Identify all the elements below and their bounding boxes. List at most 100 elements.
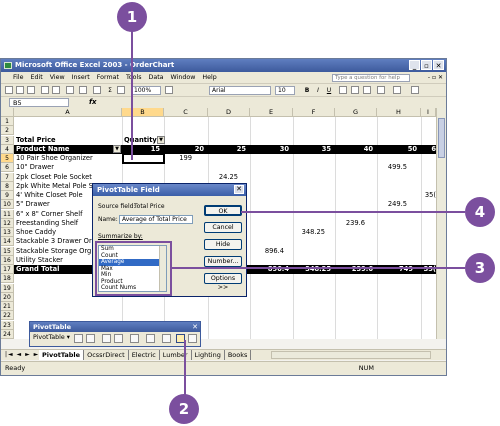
value-cell[interactable]: 239.6 <box>335 219 365 228</box>
align-right-icon[interactable] <box>363 86 371 94</box>
row-header[interactable]: 18 <box>1 274 14 284</box>
fill-color-icon[interactable] <box>393 86 401 94</box>
save-icon[interactable] <box>27 86 35 94</box>
pivottable-menu[interactable]: PivotTable ▾ <box>33 334 70 341</box>
row-header[interactable]: 14 <box>1 237 14 247</box>
always-display-items-icon[interactable] <box>162 334 171 343</box>
menu-data[interactable]: Data <box>148 74 163 81</box>
column-header-e[interactable]: E <box>250 108 293 117</box>
hide-button[interactable]: Hide <box>204 239 242 250</box>
value-cell[interactable]: 35( <box>421 191 436 200</box>
bold-button[interactable]: B <box>303 86 311 95</box>
product-name-dropdown-icon[interactable]: ▼ <box>113 145 121 154</box>
italic-button[interactable]: I <box>314 86 322 95</box>
undo-icon[interactable] <box>79 86 87 94</box>
row-header[interactable]: 21 <box>1 302 14 311</box>
column-header-c[interactable]: C <box>164 108 208 117</box>
sheet-tab-lumber[interactable]: Lumber <box>160 350 192 360</box>
value-cell[interactable]: 348.25 <box>293 228 325 237</box>
menu-edit[interactable]: Edit <box>31 74 43 81</box>
column-header-b[interactable]: B <box>122 108 164 117</box>
cancel-button[interactable]: Cancel <box>204 222 242 233</box>
pivottable-toolbar[interactable]: PivotTable ✕ PivotTable ▾ <box>29 321 201 347</box>
row-header[interactable]: 11 <box>1 209 14 219</box>
paste-icon[interactable] <box>66 86 74 94</box>
center-icon[interactable] <box>351 86 359 94</box>
column-header-d[interactable]: D <box>208 108 250 117</box>
spelling-icon[interactable] <box>52 86 60 94</box>
open-icon[interactable] <box>16 86 24 94</box>
row-header[interactable]: 13 <box>1 228 14 237</box>
show-field-list-icon[interactable] <box>188 334 197 343</box>
select-all-corner[interactable] <box>1 108 14 117</box>
row-header[interactable]: 5 <box>1 154 14 163</box>
value-cell[interactable]: 499.5 <box>377 163 407 172</box>
row-header[interactable]: 3 <box>1 135 14 145</box>
row-header[interactable]: 20 <box>1 292 14 302</box>
vertical-scrollbar[interactable] <box>436 108 446 339</box>
row-header[interactable]: 2 <box>1 126 14 135</box>
value-cell[interactable]: 896.4 <box>250 247 284 256</box>
row-header[interactable]: 17 <box>1 265 14 274</box>
font-size-combo[interactable]: 10 <box>275 86 295 95</box>
active-cell-b5[interactable] <box>122 153 165 164</box>
print-icon[interactable] <box>41 86 49 94</box>
row-header[interactable]: 15 <box>1 246 14 256</box>
menu-help[interactable]: Help <box>202 74 216 81</box>
options-button[interactable]: Options >> <box>204 273 242 291</box>
column-header-f[interactable]: F <box>293 108 335 117</box>
column-header-h[interactable]: H <box>377 108 421 117</box>
sheet-tab-electric[interactable]: Electric <box>129 350 160 360</box>
sheet-tab-ocssrdirect[interactable]: OcssrDirect <box>84 350 129 360</box>
sheet-tab-pivottable[interactable]: PivotTable <box>39 350 85 360</box>
horizontal-scrollbar[interactable] <box>271 351 431 359</box>
row-header[interactable]: 19 <box>1 283 14 293</box>
menu-window[interactable]: Window <box>171 74 196 81</box>
row-header[interactable]: 16 <box>1 255 14 265</box>
quantity-dropdown-icon[interactable]: ▼ <box>157 136 165 144</box>
row-header[interactable]: 10 <box>1 200 14 210</box>
document-controls[interactable]: - ▫ ✕ <box>428 74 443 81</box>
menu-file[interactable]: File <box>13 74 24 81</box>
chart-wizard-icon[interactable] <box>86 334 95 343</box>
show-detail-icon[interactable] <box>114 334 123 343</box>
sheet-tab-lighting[interactable]: Lighting <box>192 350 225 360</box>
autosum-icon[interactable]: Σ <box>106 86 114 95</box>
column-header-a[interactable]: A <box>14 108 122 117</box>
title-bar[interactable]: Microsoft Office Excel 2003 - OrderChart… <box>1 59 446 72</box>
dialog-title-bar[interactable]: PivotTable Field ✕ <box>93 184 246 196</box>
new-icon[interactable] <box>5 86 13 94</box>
hide-detail-icon[interactable] <box>102 334 111 343</box>
row-header[interactable]: 1 <box>1 117 14 126</box>
borders-icon[interactable] <box>377 86 385 94</box>
product-name-cell[interactable]: 10" Drawer <box>16 163 121 172</box>
row-header[interactable]: 12 <box>1 218 14 228</box>
name-field[interactable]: Average of Total Price <box>119 215 193 224</box>
row-header[interactable]: 6 <box>1 163 14 173</box>
font-combo[interactable]: Arial <box>209 86 271 95</box>
row-header[interactable]: 24 <box>1 329 14 339</box>
hyperlink-icon[interactable] <box>93 86 101 94</box>
help-icon[interactable] <box>165 86 173 94</box>
number-button[interactable]: Number... <box>204 256 242 267</box>
format-report-icon[interactable] <box>74 334 83 343</box>
row-header[interactable]: 4 <box>1 144 14 154</box>
underline-button[interactable]: U <box>325 86 333 95</box>
ok-button[interactable]: OK <box>204 205 242 216</box>
value-cell[interactable]: 249.5 <box>377 200 407 209</box>
name-box[interactable]: B5 <box>9 98 69 107</box>
pivottable-toolbar-title[interactable]: PivotTable ✕ <box>30 322 200 332</box>
menu-format[interactable]: Format <box>97 74 119 81</box>
close-icon[interactable]: ✕ <box>234 185 244 194</box>
minimize-button[interactable]: _ <box>409 60 420 70</box>
refresh-data-icon[interactable] <box>130 334 139 343</box>
sheet-tab-books[interactable]: Books <box>225 350 252 360</box>
menu-view[interactable]: View <box>50 74 65 81</box>
row-header[interactable]: 8 <box>1 181 14 191</box>
chart-wizard-icon[interactable] <box>117 86 125 94</box>
include-hidden-items-icon[interactable] <box>146 334 155 343</box>
menu-tools[interactable]: Tools <box>126 74 142 81</box>
close-icon[interactable]: ✕ <box>192 322 198 332</box>
row-header[interactable]: 7 <box>1 172 14 182</box>
product-name-cell[interactable]: 10 Pair Shoe Organizer <box>16 154 121 163</box>
